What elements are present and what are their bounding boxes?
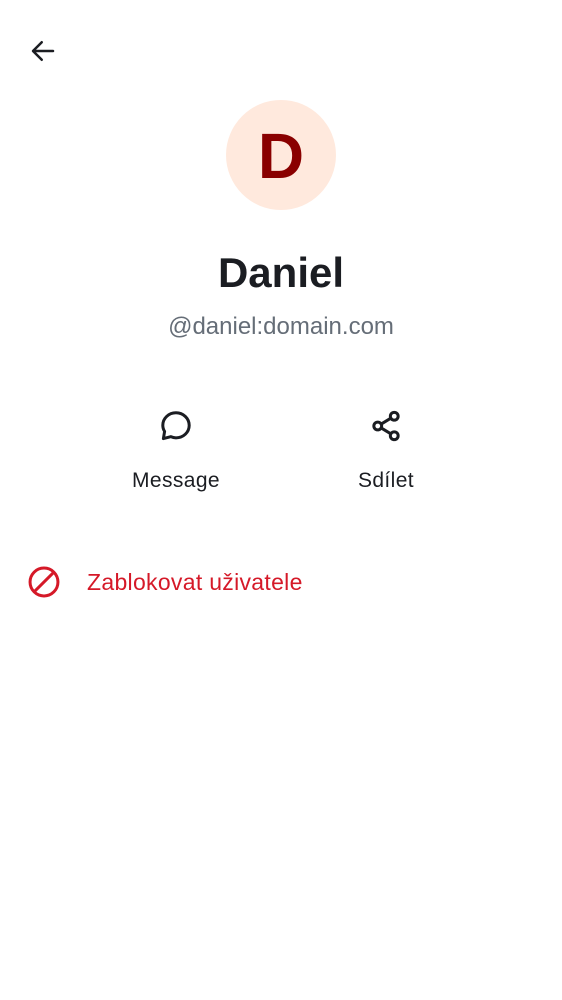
share-icon [366,406,406,446]
share-button[interactable]: Sdílet [306,398,466,502]
share-button-label: Sdílet [357,469,415,492]
arrow-left-icon [31,41,55,61]
profile-display-name: Daniel [217,249,345,296]
block-icon [24,562,64,602]
message-button[interactable]: Message [96,398,256,502]
block-user-label: Zablokovat uživatele [87,569,303,595]
avatar-initial: D [257,120,305,192]
message-button-label: Message [131,469,220,492]
avatar: D [226,100,336,210]
block-user-button[interactable]: Zablokovat uživatele [0,550,562,614]
chat-bubble-icon [156,406,196,446]
profile-user-id: @daniel:domain.com [168,313,394,340]
back-button[interactable] [20,28,66,74]
